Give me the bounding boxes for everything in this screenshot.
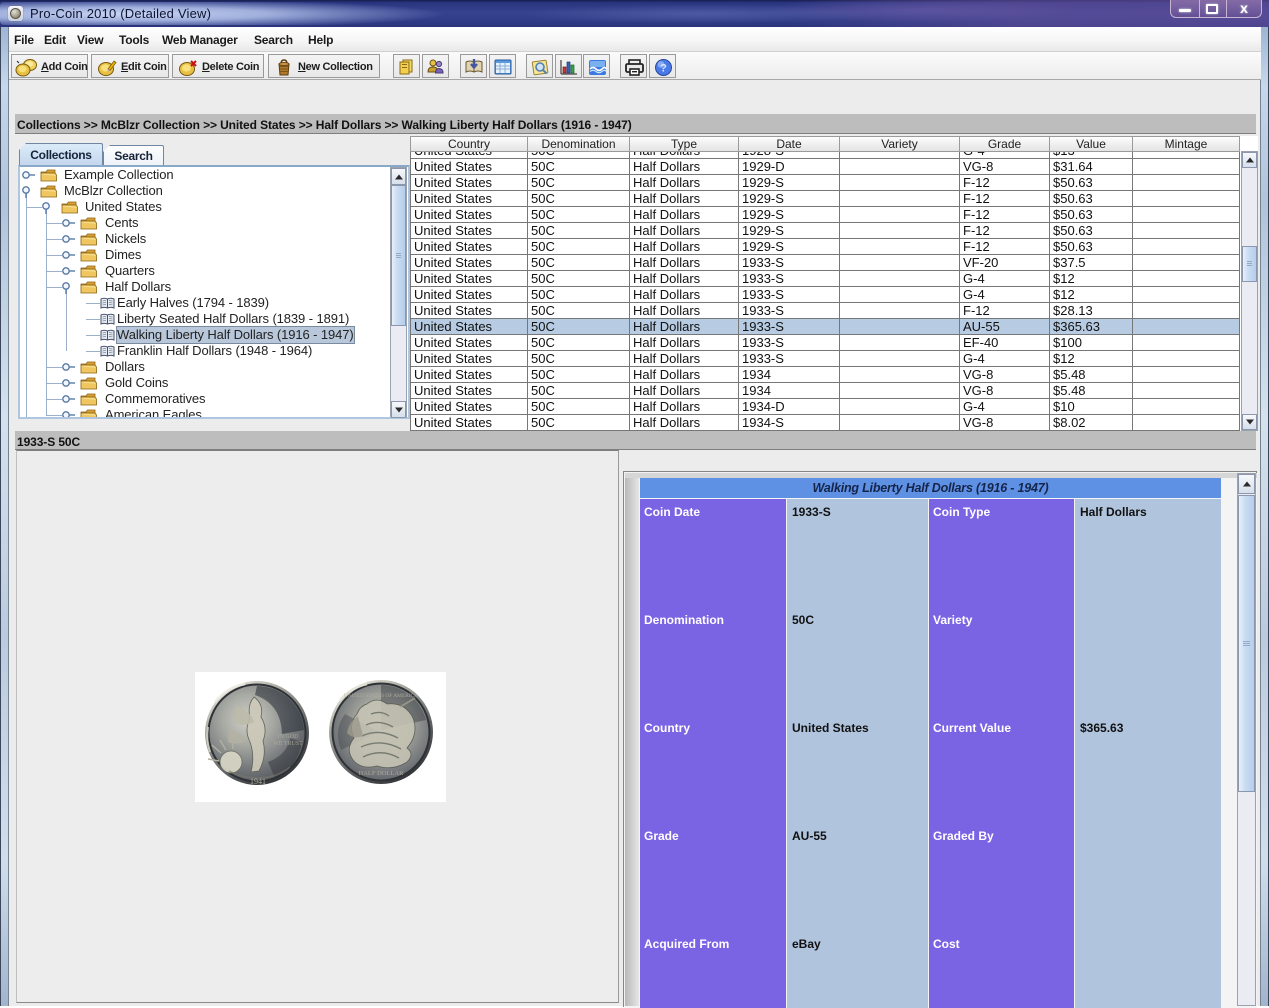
svg-text:WE TRUST: WE TRUST (273, 741, 303, 747)
svg-text:UNITED STATES OF AMERICA: UNITED STATES OF AMERICA (344, 693, 418, 699)
svg-text:?: ? (660, 63, 667, 75)
svg-text:1941: 1941 (250, 777, 266, 786)
svg-text:IN GOD: IN GOD (278, 734, 299, 740)
svg-text:HALF DOLLAR: HALF DOLLAR (359, 770, 405, 777)
